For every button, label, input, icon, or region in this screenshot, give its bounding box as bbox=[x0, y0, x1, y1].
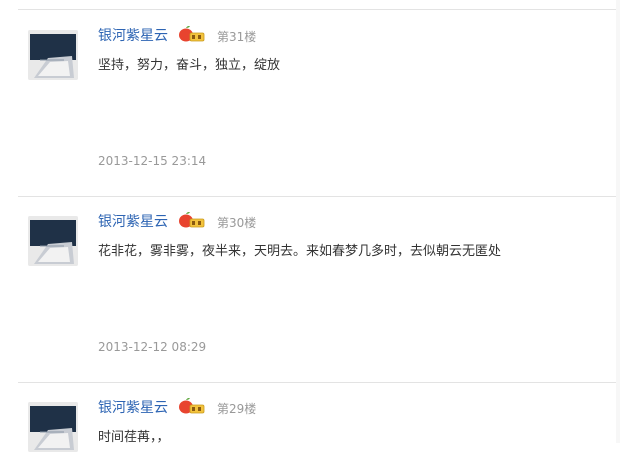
comment-text: 时间荏苒，， bbox=[98, 430, 170, 445]
avatar-image bbox=[28, 216, 78, 266]
comment-timestamp: 2013-12-15 23:14 bbox=[98, 154, 207, 168]
username-link[interactable]: 银河紫星云 bbox=[98, 397, 168, 417]
comment-text: 花非花，雾非雾，夜半来，天明去。来如春梦几多时，去似朝云无匿处 bbox=[98, 244, 502, 259]
apple-level-badge-icon bbox=[178, 25, 206, 43]
user-avatar[interactable] bbox=[28, 216, 78, 266]
avatar-image bbox=[28, 402, 78, 452]
floor-number: 第31楼 bbox=[217, 30, 257, 44]
user-avatar[interactable] bbox=[28, 402, 78, 452]
scroll-gutter bbox=[616, 0, 620, 443]
avatar-image bbox=[28, 30, 78, 80]
top-divider bbox=[18, 9, 620, 10]
apple-level-badge-icon bbox=[178, 397, 206, 415]
floor-number: 第30楼 bbox=[217, 216, 257, 230]
floor-number: 第29楼 bbox=[217, 402, 257, 416]
comment-list: 银河紫星云 第31楼 坚持，努力，奋斗，独立，绽放 2013-12-15 23:… bbox=[0, 0, 620, 452]
apple-level-badge-icon bbox=[178, 211, 206, 229]
user-avatar[interactable] bbox=[28, 30, 78, 80]
username-link[interactable]: 银河紫星云 bbox=[98, 211, 168, 231]
post-divider bbox=[18, 196, 620, 197]
username-link[interactable]: 银河紫星云 bbox=[98, 25, 168, 45]
post-divider bbox=[18, 382, 620, 383]
comment-timestamp: 2013-12-12 08:29 bbox=[98, 340, 207, 354]
comment-text: 坚持，努力，奋斗，独立，绽放 bbox=[98, 58, 281, 73]
